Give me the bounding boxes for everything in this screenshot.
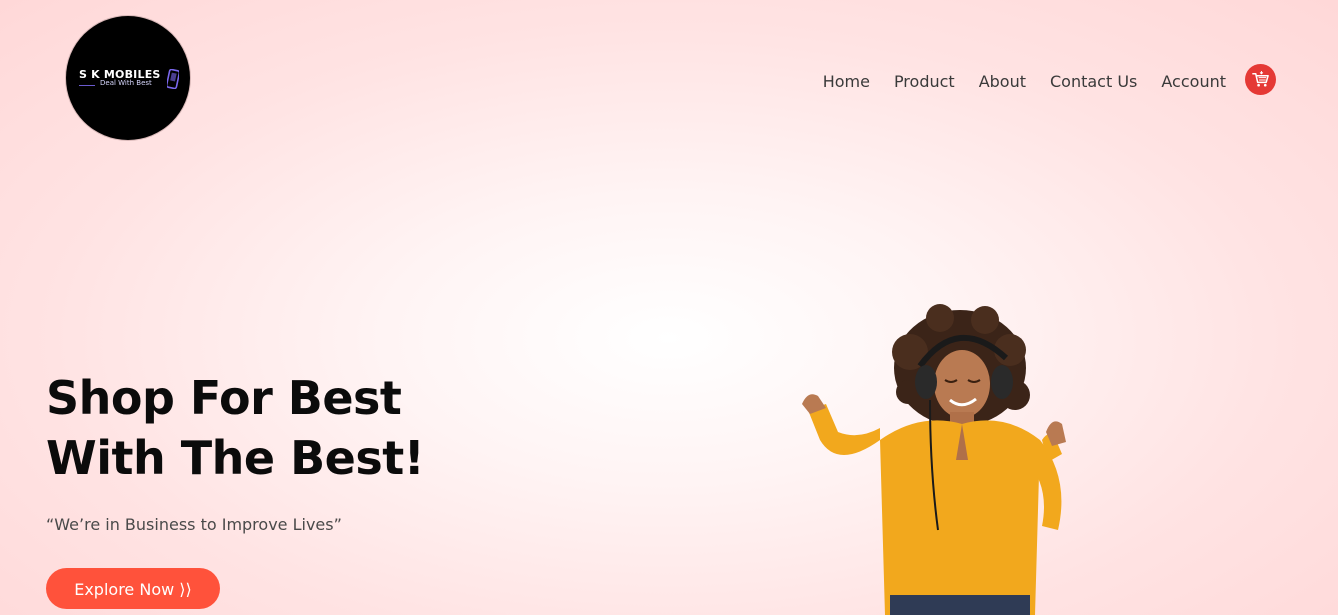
hero-title-line-2: With The Best!	[46, 431, 425, 485]
nav-about[interactable]: About	[979, 72, 1026, 91]
nav-product[interactable]: Product	[894, 72, 955, 91]
hero-quote: “We’re in Business to Improve Lives”	[46, 515, 342, 534]
nav-home[interactable]: Home	[823, 72, 870, 91]
hero-title-line-1: Shop For Best	[46, 371, 402, 425]
nav-account[interactable]: Account	[1161, 72, 1226, 91]
mobile-phone-icon	[165, 68, 181, 93]
logo-divider	[79, 85, 95, 86]
main-nav: Home Product About Contact Us Account	[799, 72, 1226, 91]
brand-tagline: Deal With Best	[100, 79, 152, 87]
cart-button[interactable]	[1245, 64, 1276, 95]
explore-now-button[interactable]: Explore Now ⟩⟩	[46, 568, 220, 609]
brand-logo[interactable]: S K MOBILES Deal With Best	[66, 16, 190, 140]
hero-title: Shop For Best With The Best!	[46, 368, 425, 488]
nav-contact-us[interactable]: Contact Us	[1050, 72, 1137, 91]
hero-woman-image	[780, 300, 1080, 615]
shopping-cart-icon	[1252, 70, 1269, 87]
